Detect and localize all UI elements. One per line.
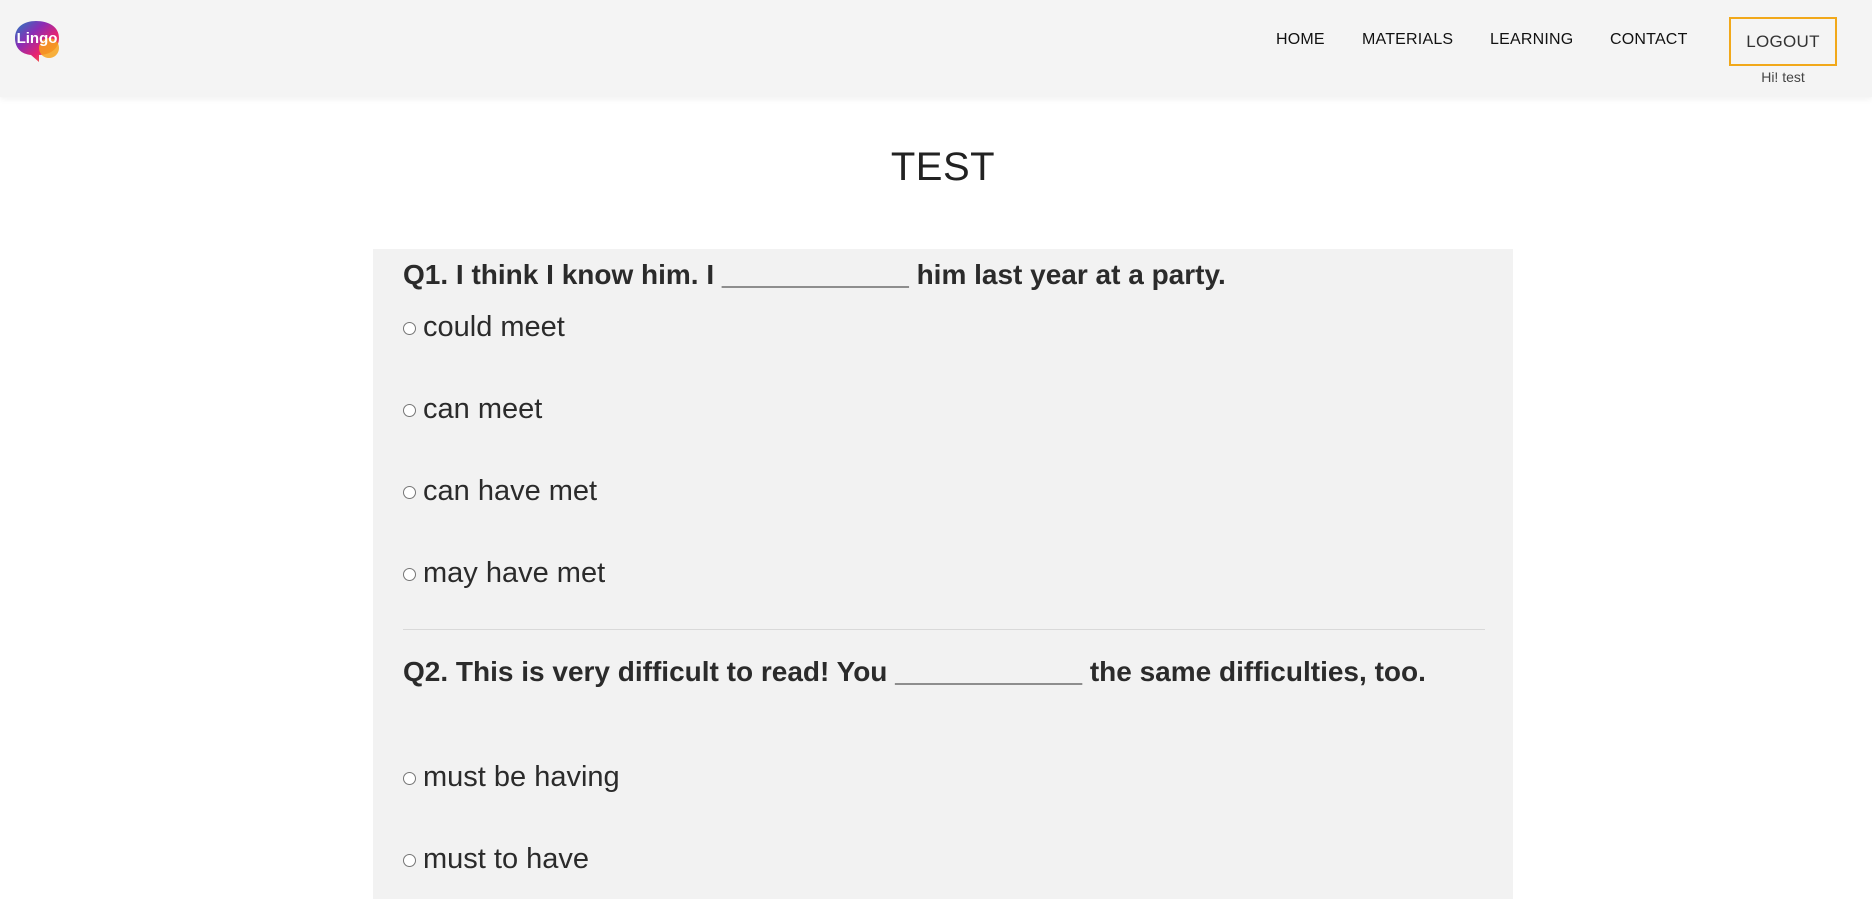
answer-option[interactable]: can have met xyxy=(403,471,597,511)
radio-button[interactable] xyxy=(403,772,416,785)
nav-learning-link[interactable]: LEARNING xyxy=(1490,31,1573,49)
radio-button[interactable] xyxy=(403,404,416,417)
radio-button[interactable] xyxy=(403,322,416,335)
option-label: can meet xyxy=(423,392,543,425)
answer-option[interactable]: must to have xyxy=(403,839,589,879)
logout-button[interactable]: LOGOUT xyxy=(1729,17,1837,66)
quiz-panel: Q1. I think I know him. I ____________ h… xyxy=(373,249,1513,899)
radio-button[interactable] xyxy=(403,854,416,867)
answer-option[interactable]: must be having xyxy=(403,757,620,797)
nav-links: HOME MATERIALS LEARNING CONTACT xyxy=(0,31,1872,51)
user-greeting: Hi! test xyxy=(1761,69,1805,85)
navbar: Lingo HOME MATERIALS LEARNING CONTACT LO… xyxy=(0,0,1872,97)
nav-home-link[interactable]: HOME xyxy=(1276,31,1325,49)
answer-option[interactable]: can meet xyxy=(403,389,542,429)
question-text: Q2. This is very difficult to read! You … xyxy=(403,656,1426,687)
radio-button[interactable] xyxy=(403,568,416,581)
option-label: could meet xyxy=(423,310,565,343)
nav-contact-link[interactable]: CONTACT xyxy=(1610,31,1688,49)
option-label: can have met xyxy=(423,474,598,507)
option-label: may have met xyxy=(423,556,606,589)
question-text: Q1. I think I know him. I ____________ h… xyxy=(403,259,1226,290)
option-label: must to have xyxy=(423,842,590,875)
answer-option[interactable]: could meet xyxy=(403,307,565,347)
option-label: must be having xyxy=(423,760,620,793)
answer-option[interactable]: may have met xyxy=(403,553,605,593)
radio-button[interactable] xyxy=(403,486,416,499)
page-title: TEST xyxy=(890,145,996,189)
question-divider xyxy=(403,629,1485,630)
nav-materials-link[interactable]: MATERIALS xyxy=(1362,31,1453,49)
